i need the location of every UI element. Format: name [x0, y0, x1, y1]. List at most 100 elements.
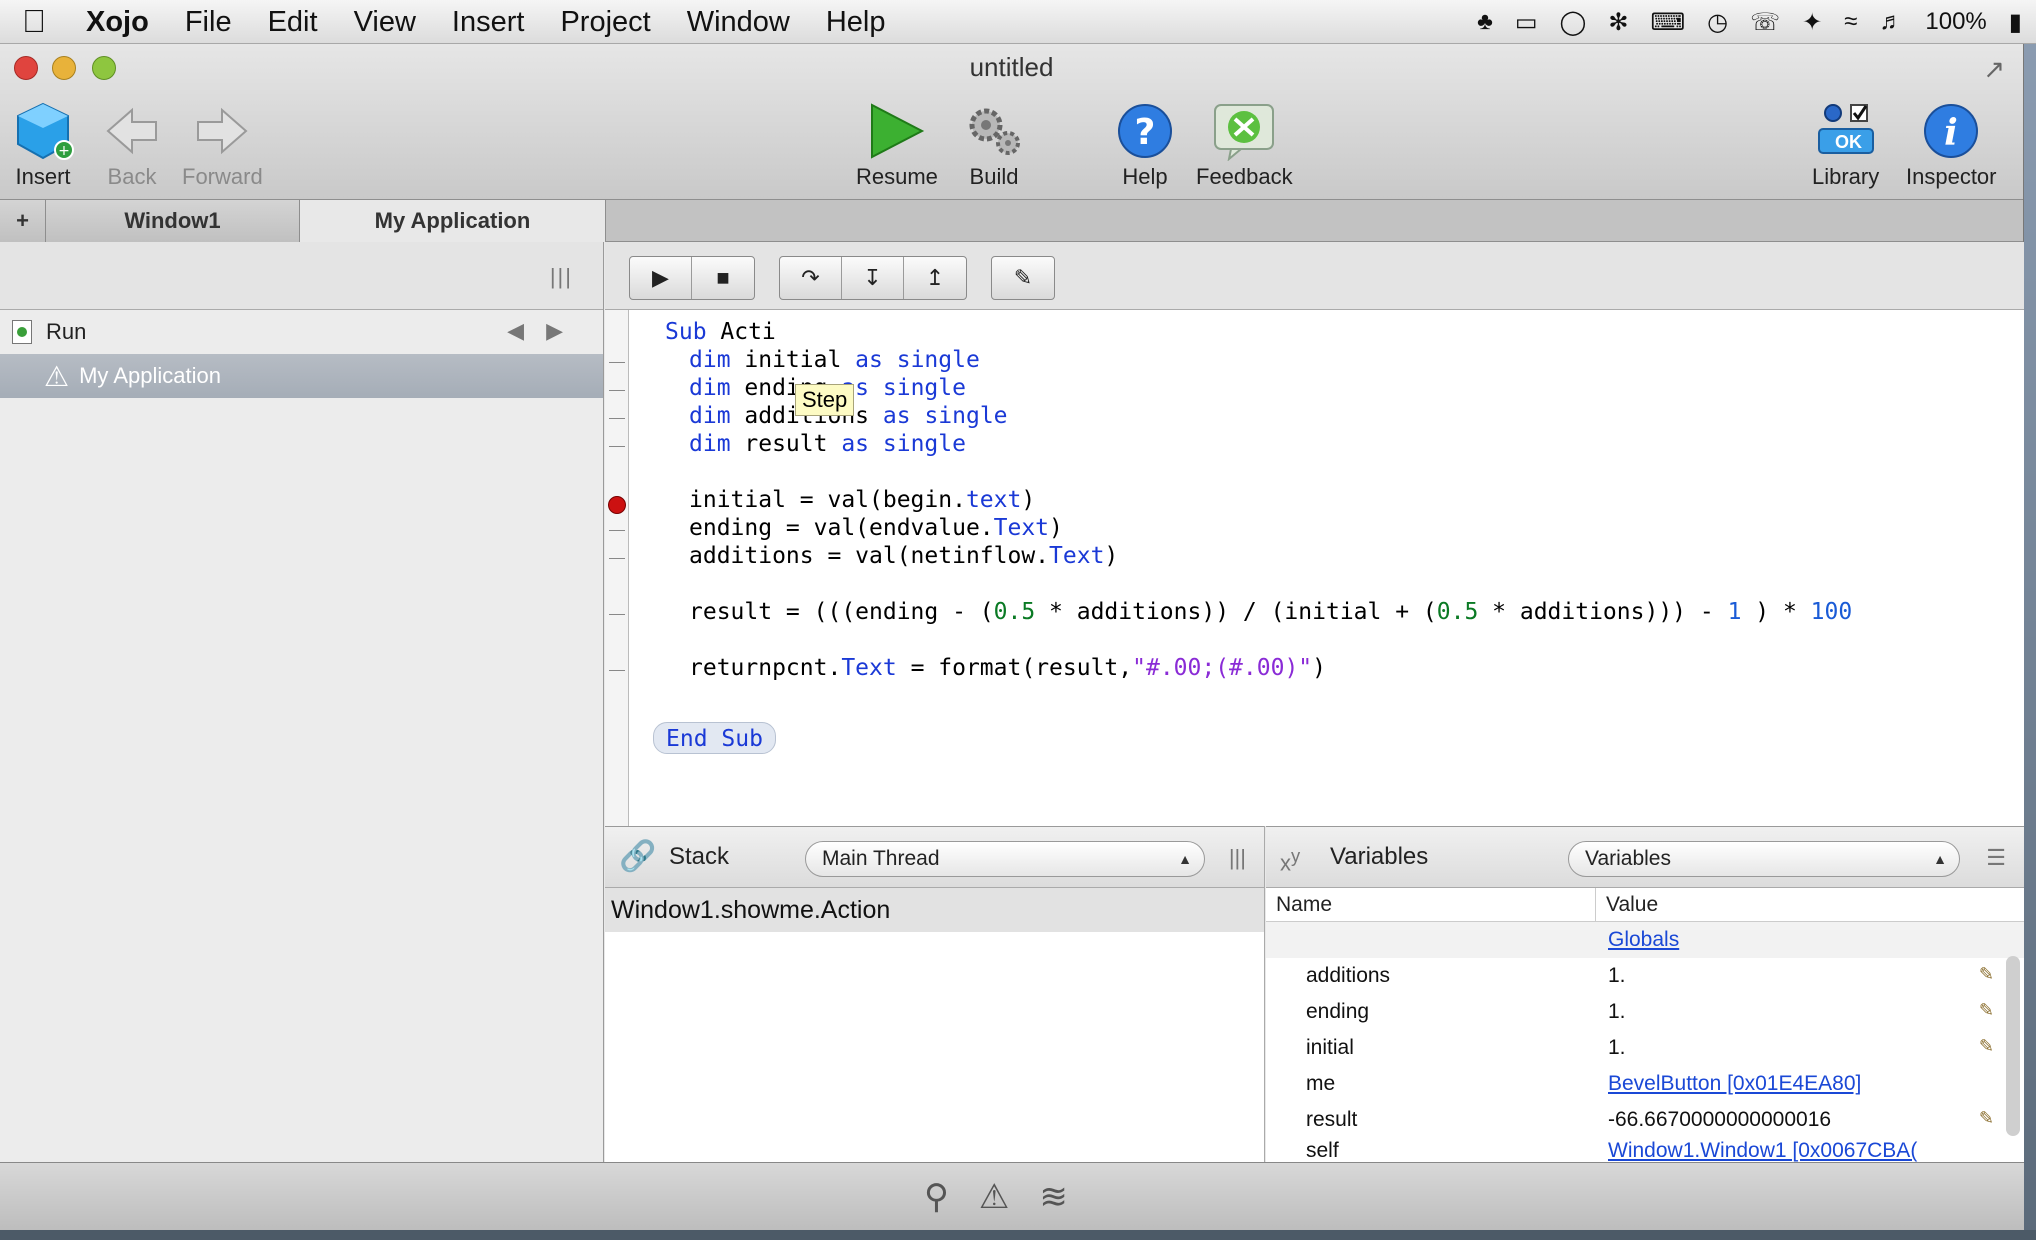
airplay-icon[interactable]: ▭: [1515, 8, 1538, 37]
variables-title: Variables: [1330, 843, 1429, 870]
menu-window[interactable]: Window: [669, 0, 808, 44]
rabbit-icon[interactable]: ♣: [1477, 8, 1493, 36]
navigator-toolbar: |||: [0, 242, 603, 310]
variables-column-header: Name Value: [1266, 888, 2024, 922]
menu-app[interactable]: Xojo: [68, 0, 167, 44]
variable-row[interactable]: result -66.6670000000000016 ✎: [1266, 1102, 2024, 1138]
variable-row[interactable]: me BevelButton [0x01E4EA80]: [1266, 1066, 2024, 1102]
build-button[interactable]: Build: [962, 100, 1026, 190]
globals-row[interactable]: Globals: [1266, 922, 2024, 958]
variables-scrollbar[interactable]: [2006, 956, 2020, 1136]
inspector-button[interactable]: i Inspector: [1906, 100, 1997, 190]
menu-file[interactable]: File: [167, 0, 250, 44]
nav-item-run-label: Run: [46, 319, 87, 344]
keyboard-icon[interactable]: ⌨: [1651, 8, 1686, 37]
code-line-7: initial = val(begin.text): [689, 487, 1036, 513]
step-out-button[interactable]: ↥: [904, 257, 966, 299]
help-icon: ?: [1116, 100, 1174, 162]
stack-frame-row[interactable]: Window1.showme.Action: [605, 888, 1264, 932]
variables-select[interactable]: Variables ▲: [1568, 841, 1960, 877]
resume-label: Resume: [856, 164, 938, 189]
volume-icon[interactable]: ♬: [1879, 8, 1903, 36]
menu-help[interactable]: Help: [808, 0, 904, 44]
variable-value: 1.: [1608, 1000, 1626, 1023]
bluetooth-icon[interactable]: ✻: [1608, 8, 1628, 37]
nav-item-my-application-label: My Application: [79, 363, 221, 388]
edit-code-button[interactable]: ✎: [992, 257, 1054, 299]
tab-window1[interactable]: Window1: [46, 200, 300, 242]
edit-pencil-icon[interactable]: ✎: [1979, 964, 1994, 985]
add-tab-button[interactable]: +: [0, 200, 46, 242]
battery-icon[interactable]: ▮: [2009, 8, 2022, 37]
menu-edit[interactable]: Edit: [250, 0, 336, 44]
search-icon[interactable]: ⚲: [924, 1177, 949, 1217]
variable-row[interactable]: initial 1. ✎: [1266, 1030, 2024, 1066]
variable-value-link[interactable]: Window1.Window1 [0x0067CBA(: [1598, 1139, 2024, 1163]
nav-item-run[interactable]: Run ◀▶: [0, 310, 603, 354]
resume-button[interactable]: Resume: [856, 100, 938, 190]
step-out-icon: ↥: [925, 265, 945, 290]
menu-project[interactable]: Project: [542, 0, 668, 44]
menu-insert[interactable]: Insert: [434, 0, 543, 44]
nav-item-my-application[interactable]: ⚠ My Application: [0, 354, 603, 398]
variable-name: ending: [1306, 1000, 1370, 1023]
back-label: Back: [107, 164, 157, 189]
tab-my-application[interactable]: My Application: [300, 200, 606, 243]
edit-pencil-icon[interactable]: ✎: [1979, 1036, 1994, 1057]
run-debug-button[interactable]: ▶: [630, 257, 692, 299]
step-in-icon: ↧: [863, 265, 882, 290]
forward-button[interactable]: Forward: [182, 100, 263, 190]
sync-icon[interactable]: ✦: [1802, 8, 1822, 37]
code-line-11: result = (((ending - (0.5 * additions)) …: [689, 599, 1853, 625]
variable-row[interactable]: self Window1.Window1 [0x0067CBA(: [1266, 1138, 2024, 1164]
stack-splitter-grip-icon[interactable]: |||: [1229, 845, 1246, 871]
code-line-2: dim initial as single: [689, 347, 980, 373]
variable-name: me: [1306, 1072, 1336, 1095]
time-machine-icon[interactable]: ◷: [1707, 8, 1728, 37]
nav-arrows-icon[interactable]: ◀▶: [507, 318, 585, 344]
thread-select[interactable]: Main Thread ▲: [805, 841, 1205, 877]
debugger-toolbar: ▶ ■ ↷ ↧ ↥ ✎: [605, 242, 2024, 310]
feedback-button[interactable]: Feedback: [1196, 100, 1293, 190]
step-over-button[interactable]: ↷: [780, 257, 842, 299]
step-in-button[interactable]: ↧: [842, 257, 904, 299]
code-line-9: additions = val(netinflow.Text): [689, 543, 1119, 569]
insert-button[interactable]: + Insert: [12, 100, 74, 190]
code-editor: ▶ ■ ↷ ↧ ↥ ✎ Sub Acti dim initial as sing…: [605, 242, 2024, 826]
edit-pencil-icon[interactable]: ✎: [1979, 1000, 1994, 1021]
stack-title: Stack: [669, 843, 730, 870]
edit-group: ✎: [991, 256, 1055, 300]
title-bar: untitled ↗ + Insert Back Forward Resume: [0, 44, 2023, 200]
stack-header: 🔗 Stack Main Thread ▲ |||: [605, 826, 1264, 888]
apple-menu-icon[interactable]: : [0, 3, 68, 40]
menu-view[interactable]: View: [336, 0, 434, 44]
back-button[interactable]: Back: [104, 100, 160, 190]
variable-value-link[interactable]: BevelButton [0x01E4EA80]: [1598, 1072, 2024, 1096]
breakpoint-marker[interactable]: [608, 496, 626, 514]
rss-feed-icon[interactable]: ≋: [1039, 1177, 1068, 1217]
splitter-grip-icon[interactable]: |||: [550, 264, 573, 290]
chain-link-icon: 🔗: [619, 840, 657, 873]
variables-menu-icon[interactable]: ☰: [1986, 845, 2006, 871]
code-text[interactable]: Sub Acti dim initial as single dim endin…: [629, 310, 2024, 826]
feedback-label: Feedback: [1196, 164, 1293, 189]
wifi-icon[interactable]: ≈: [1844, 8, 1857, 36]
variable-row[interactable]: ending 1. ✎: [1266, 994, 2024, 1030]
stop-button[interactable]: ■: [692, 257, 754, 299]
variable-row[interactable]: additions 1. ✎: [1266, 958, 2024, 994]
chat-bubble-icon[interactable]: ◯: [1560, 8, 1587, 37]
warning-icon[interactable]: ⚠: [979, 1177, 1009, 1217]
insert-cube-icon: +: [12, 100, 74, 162]
help-button[interactable]: ? Help: [1116, 100, 1174, 190]
breakpoint-gutter[interactable]: [605, 310, 629, 826]
pencil-icon: ✎: [1013, 265, 1033, 290]
end-sub-token: End Sub: [653, 722, 776, 754]
fullscreen-icon[interactable]: ↗: [1983, 54, 2005, 85]
phone-icon[interactable]: ☏: [1750, 8, 1780, 37]
run-stop-group: ▶ ■: [629, 256, 755, 300]
globals-link[interactable]: Globals: [1598, 928, 2024, 952]
svg-text:+: +: [58, 143, 70, 159]
edit-pencil-icon[interactable]: ✎: [1979, 1108, 1994, 1129]
column-value[interactable]: Value: [1596, 888, 2024, 921]
column-name[interactable]: Name: [1266, 888, 1596, 921]
